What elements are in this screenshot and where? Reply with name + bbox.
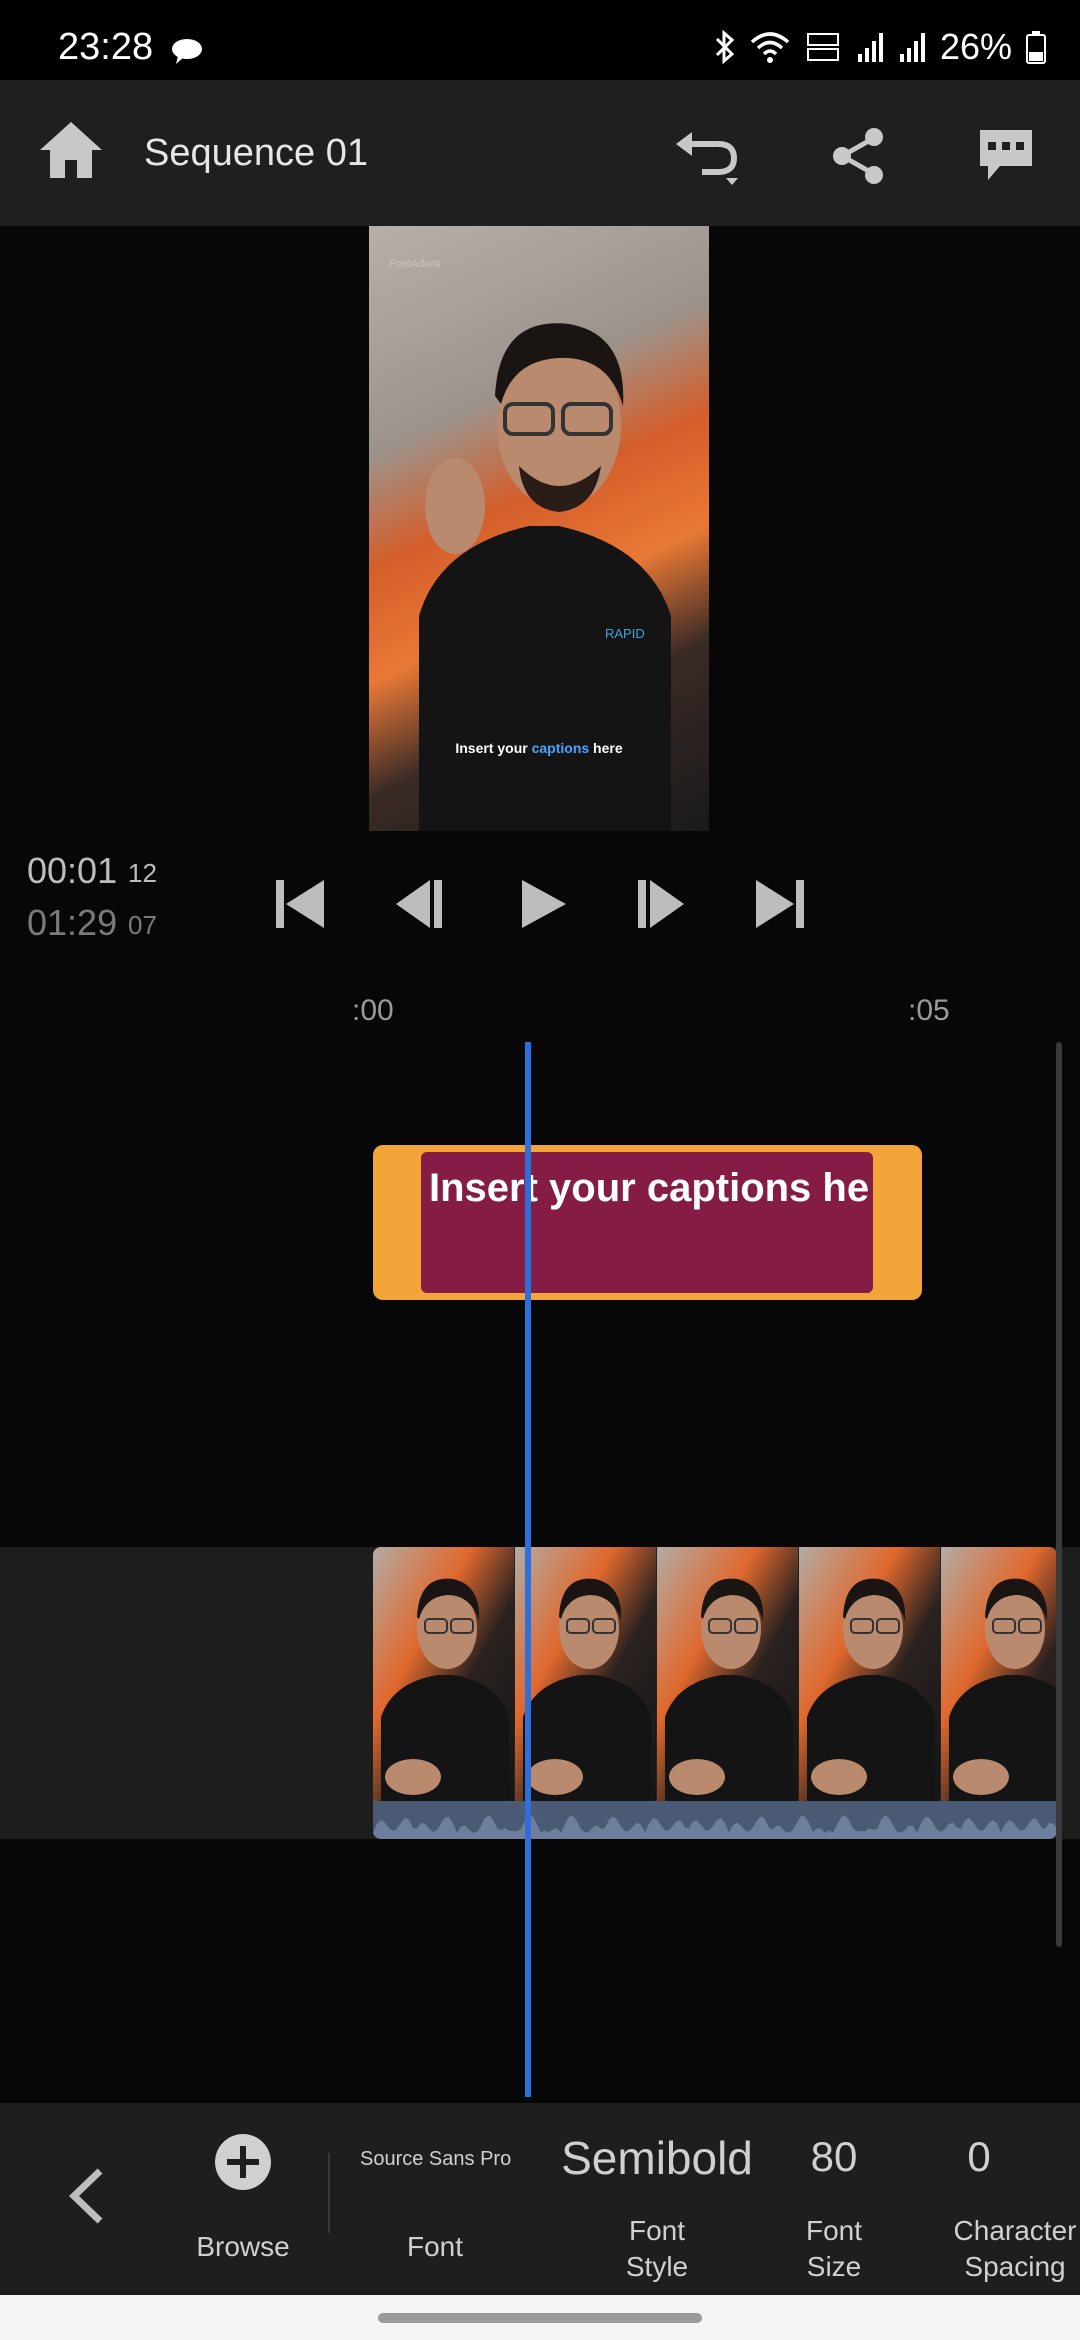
caption-clip[interactable]: Insert your captions he — [373, 1145, 922, 1300]
character-spacing-label-line2: Spacing — [964, 2251, 1066, 2282]
video-thumbnail — [373, 1547, 514, 1801]
character-spacing-value[interactable]: 0 — [956, 2133, 1002, 2181]
play-icon[interactable] — [514, 876, 570, 932]
ruler-mark-label: :05 — [908, 994, 950, 1027]
share-icon[interactable] — [826, 124, 890, 188]
caption-style-panel: Browse Source Sans Pro Font Semibold Fon… — [0, 2103, 1080, 2295]
chat-bubble-icon — [172, 39, 202, 64]
step-forward-icon[interactable] — [632, 876, 688, 932]
preview-watermark: PostAdora — [389, 258, 441, 270]
status-bar: 23:28 26% — [0, 0, 1080, 80]
sequence-title[interactable]: Sequence 01 — [144, 132, 368, 175]
font-size-label-line2: Size — [806, 2251, 862, 2282]
current-frames: 12 — [128, 858, 157, 888]
character-spacing-label-line1: Character — [953, 2215, 1077, 2246]
current-timecode: 00:01 — [27, 850, 118, 891]
volte-icon — [806, 33, 839, 61]
wifi-icon — [750, 32, 790, 63]
font-style-label: Font Style — [600, 2213, 714, 2285]
video-preview[interactable]: RAPID PostAdora Insert your captions her… — [369, 226, 709, 831]
status-time: 23:28 — [58, 26, 154, 68]
font-size-value[interactable]: 80 — [790, 2133, 878, 2181]
signal-icon — [857, 33, 883, 62]
battery-icon — [1026, 31, 1046, 64]
panel-divider — [328, 2153, 330, 2233]
character-spacing-label: Character Spacing — [950, 2213, 1080, 2285]
bluetooth-icon — [715, 30, 735, 64]
total-timecode: 01:29 — [27, 902, 118, 943]
caption-text-suffix: here — [589, 740, 623, 756]
font-value[interactable]: Source Sans Pro — [360, 2148, 511, 2171]
font-style-label-line2: Style — [625, 2251, 689, 2282]
timeline-scrollbar[interactable] — [1056, 1042, 1062, 1947]
navigation-bar — [0, 2295, 1080, 2340]
playhead[interactable] — [525, 1042, 531, 2097]
battery-percent: 26% — [939, 26, 1012, 67]
font-style-label-line1: Font — [628, 2215, 686, 2246]
step-back-icon[interactable] — [392, 876, 448, 932]
signal-icon — [899, 33, 925, 62]
ruler-start-label: :00 — [352, 994, 394, 1027]
browse-button-label[interactable]: Browse — [190, 2231, 296, 2263]
caption-text-prefix: Insert your — [455, 740, 532, 756]
font-style-value[interactable]: Semibold — [555, 2131, 759, 2185]
font-label: Font — [406, 2231, 464, 2262]
skip-to-start-icon[interactable] — [272, 876, 328, 932]
audio-waveform — [373, 1801, 1057, 1839]
add-circle-icon[interactable] — [214, 2133, 272, 2191]
video-thumbnail — [657, 1547, 798, 1801]
caption-clip-text: Insert your captions he — [429, 1166, 870, 1210]
app-bar: Sequence 01 — [0, 80, 1080, 226]
waveform-shape — [373, 1815, 1057, 1839]
video-thumbnail — [941, 1547, 1057, 1801]
video-thumbnail — [799, 1547, 940, 1801]
caption-text-highlight: captions — [531, 740, 590, 756]
captions-icon[interactable] — [974, 124, 1038, 188]
undo-icon[interactable] — [672, 124, 746, 188]
font-size-label: Font Size — [790, 2213, 878, 2285]
video-thumbnail — [515, 1547, 656, 1801]
caption-clip-body: Insert your captions he — [421, 1152, 873, 1293]
video-clip[interactable] — [373, 1547, 1057, 1839]
home-icon[interactable] — [38, 118, 104, 184]
back-chevron-icon[interactable] — [60, 2161, 116, 2231]
svg-text:RAPID: RAPID — [605, 626, 645, 641]
skip-to-end-icon[interactable] — [752, 876, 808, 932]
total-frames: 07 — [128, 910, 157, 940]
font-size-label-line1: Font — [805, 2215, 863, 2246]
status-icons: 26% — [714, 26, 1046, 68]
home-indicator[interactable] — [378, 2313, 702, 2323]
preview-caption: Insert your captions here — [369, 740, 709, 756]
